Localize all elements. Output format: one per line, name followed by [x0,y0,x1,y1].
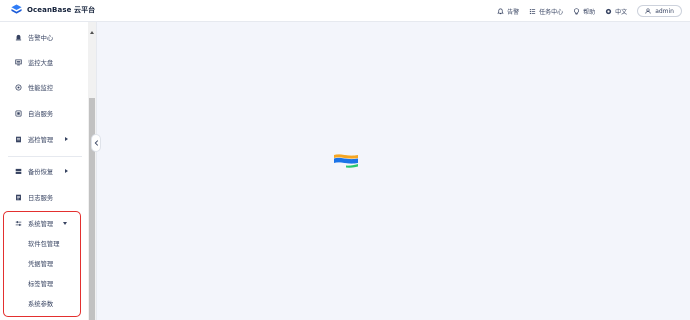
sidebar-item-autonomous-service[interactable]: 自治服务 [0,105,88,123]
help-button[interactable]: 帮助 [573,7,595,16]
sidebar-item-performance-monitor[interactable]: 性能监控 [0,79,88,97]
user-name: admin [655,7,674,15]
tasks-label: 任务中心 [539,8,564,16]
user-icon [645,8,651,14]
sidebar-item-label: 自治服务 [28,111,54,118]
settings-sliders-icon [15,221,22,226]
backup-icon [15,168,22,174]
language-label: 中文 [615,8,628,16]
sidebar-item-monitor-dashboard[interactable]: 监控大盘 [0,54,88,72]
chevron-down-icon [63,222,67,225]
alerts-button[interactable]: 告警 [497,7,519,16]
bell-icon [497,8,504,14]
sidebar-subitem-label: 软件包管理 [28,241,60,248]
sidebar-item-backup-restore[interactable]: 备份恢复 [0,163,88,181]
sidebar-subitem-credential-management[interactable]: 凭据管理 [0,255,88,273]
sidebar-item-label: 巡检管理 [28,137,54,144]
dashboard-icon [15,59,22,66]
sidebar-menu: 告警中心 监控大盘 性能监控 自治服务 巡检管理 备份恢复 日志服务 系统管理 … [0,22,88,320]
sidebar-item-alert-center[interactable]: 告警中心 [0,29,88,47]
alerts-label: 告警 [507,8,520,16]
sidebar-item-label: 备份恢复 [28,169,54,176]
chevron-left-icon [94,140,98,146]
alarm-icon [15,34,22,41]
sidebar-subitem-label: 系统参数 [28,301,54,308]
app-window: OceanBase 云平台 告警 任务中心 帮助 中文 admin 告警中心 监… [0,0,690,320]
sidebar-item-label: 告警中心 [28,35,54,42]
sidebar-item-label: 性能监控 [28,85,54,92]
tasks-icon [530,8,536,14]
globe-icon [606,8,612,14]
sidebar-subitem-package-management[interactable]: 软件包管理 [0,235,88,253]
help-label: 帮助 [583,8,596,16]
sidebar-item-log-service[interactable]: 日志服务 [0,189,88,207]
sidebar-item-label: 日志服务 [28,195,54,202]
header-actions: 告警 任务中心 帮助 中文 admin [497,4,682,18]
inspection-icon [16,136,21,143]
sidebar-divider [8,156,82,157]
main-content [91,22,690,320]
sidebar-subitem-system-parameters[interactable]: 系统参数 [0,295,88,313]
sidebar-item-inspection-management[interactable]: 巡检管理 [0,131,88,149]
help-icon [574,7,580,14]
sidebar-item-label: 系统管理 [28,221,54,228]
user-menu-button[interactable]: admin [637,5,682,17]
oceanbase-logo-icon [11,4,22,14]
sidebar-collapse-button[interactable] [91,134,101,152]
language-switch[interactable]: 中文 [605,7,627,16]
chevron-right-icon [65,169,68,173]
chevron-right-icon [65,137,68,141]
sidebar-subitem-label: 标签管理 [28,281,54,288]
sidebar-subitem-tag-management[interactable]: 标签管理 [0,275,88,293]
scrollbar-thumb[interactable] [89,98,95,320]
service-icon [15,110,22,117]
sidebar-item-system-management[interactable]: 系统管理 [0,215,88,233]
loading-logo-icon [334,154,358,168]
performance-icon [15,84,22,91]
tasks-button[interactable]: 任务中心 [529,7,563,16]
log-icon [16,194,21,201]
sidebar: 告警中心 监控大盘 性能监控 自治服务 巡检管理 备份恢复 日志服务 系统管理 … [0,22,96,320]
scroll-up-arrow-icon[interactable] [90,31,94,34]
brand[interactable]: OceanBase 云平台 [11,4,95,15]
sidebar-item-label: 监控大盘 [28,60,54,67]
brand-name: OceanBase 云平台 [27,5,96,14]
sidebar-subitem-label: 凭据管理 [28,261,54,268]
sidebar-scrollbar[interactable] [88,22,96,320]
top-header: OceanBase 云平台 告警 任务中心 帮助 中文 admin [0,0,690,22]
